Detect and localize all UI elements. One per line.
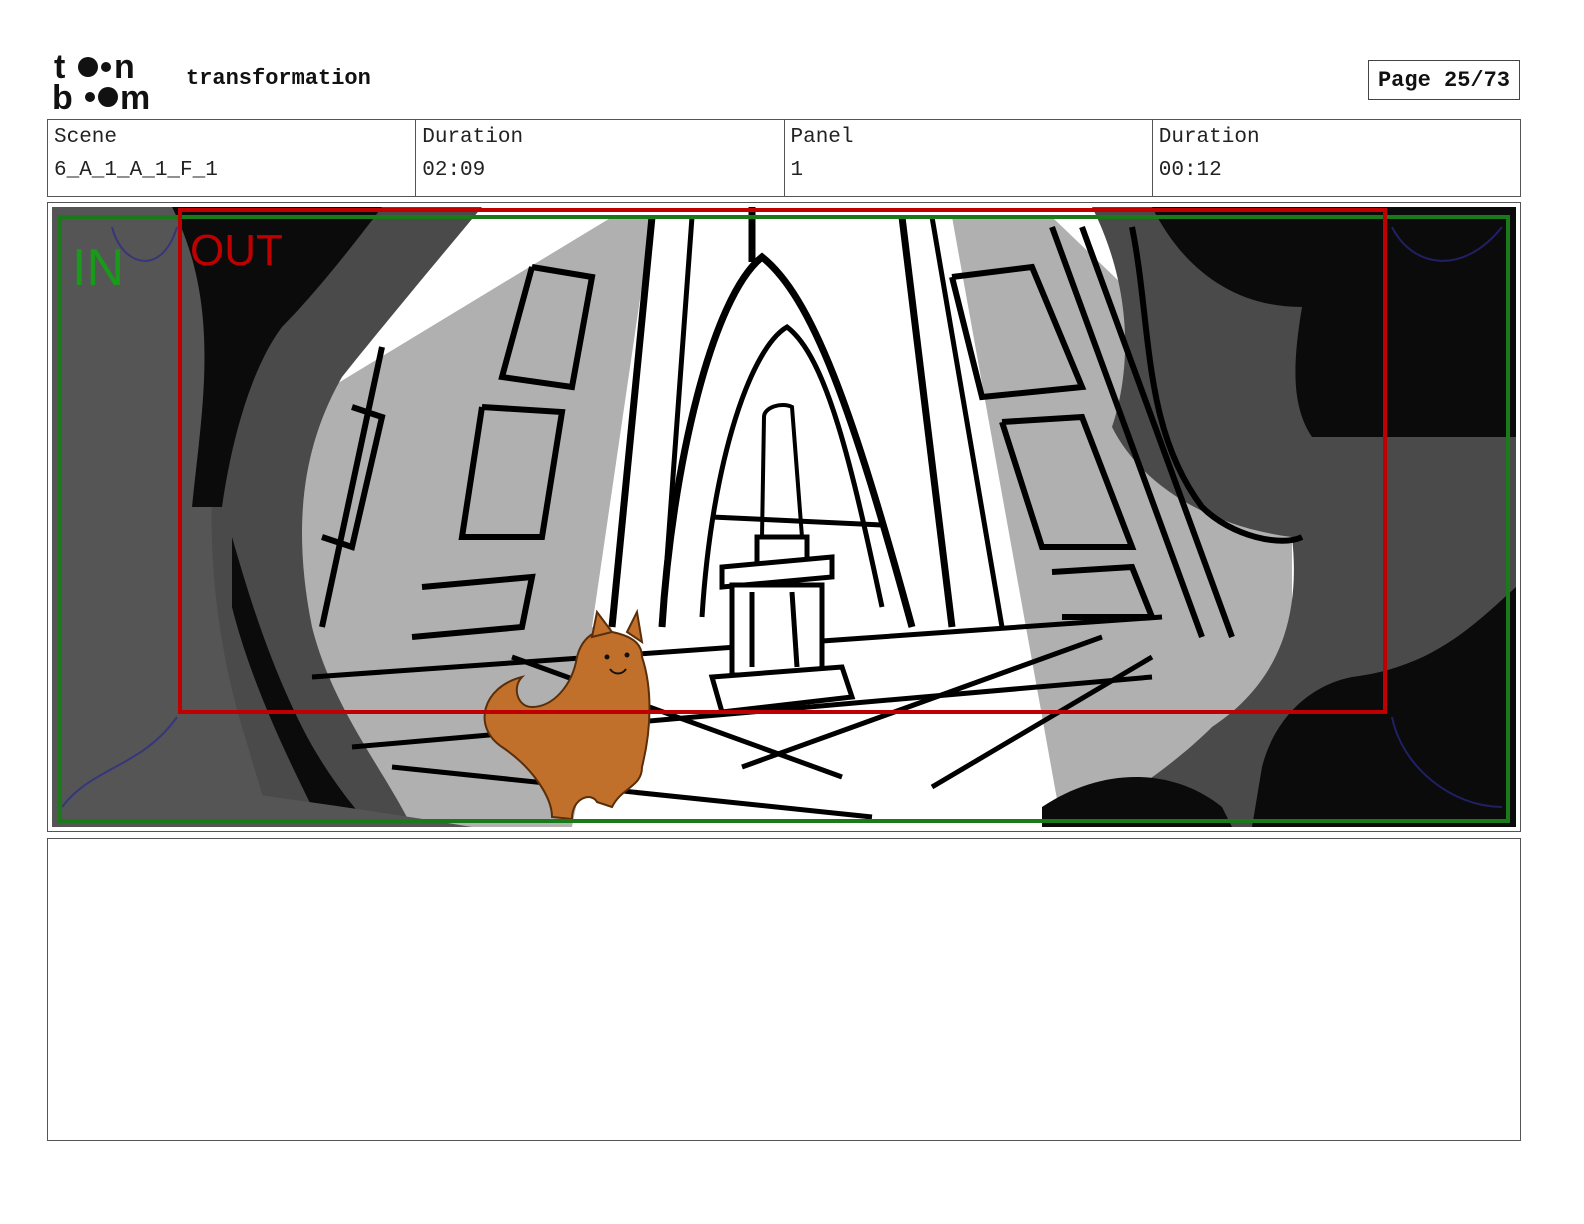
panel-duration-label: Duration [1158, 126, 1260, 149]
svg-text:b: b [52, 79, 73, 112]
panel-drawing: IN OUT [52, 207, 1516, 827]
svg-text:m: m [120, 79, 150, 112]
panel-duration-cell: Duration 00:12 [1153, 120, 1520, 196]
panel-cell: Panel 1 [785, 120, 1153, 196]
out-label: OUT [190, 226, 283, 275]
scene-info-table: Scene 6_A_1_A_1_F_1 Duration 02:09 Panel… [47, 119, 1521, 197]
storyboard-panel: IN OUT [47, 202, 1521, 832]
scene-duration-label: Duration [422, 126, 524, 149]
scene-label: Scene [54, 126, 118, 149]
panel-value: 1 [790, 159, 804, 182]
in-label: IN [72, 239, 124, 297]
scene-cell: Scene 6_A_1_A_1_F_1 [48, 120, 417, 196]
scene-value: 6_A_1_A_1_F_1 [54, 159, 218, 182]
panel-notes-box [47, 838, 1521, 1141]
scene-duration-cell: Duration 02:09 [416, 120, 785, 196]
panel-label: Panel [790, 126, 854, 149]
scene-duration-value: 02:09 [422, 159, 486, 182]
toonboom-logo: t n b m [52, 50, 150, 112]
page-indicator: Page 25/73 [1368, 60, 1520, 100]
document-title: transformation [186, 66, 371, 91]
panel-duration-value: 00:12 [1158, 159, 1222, 182]
